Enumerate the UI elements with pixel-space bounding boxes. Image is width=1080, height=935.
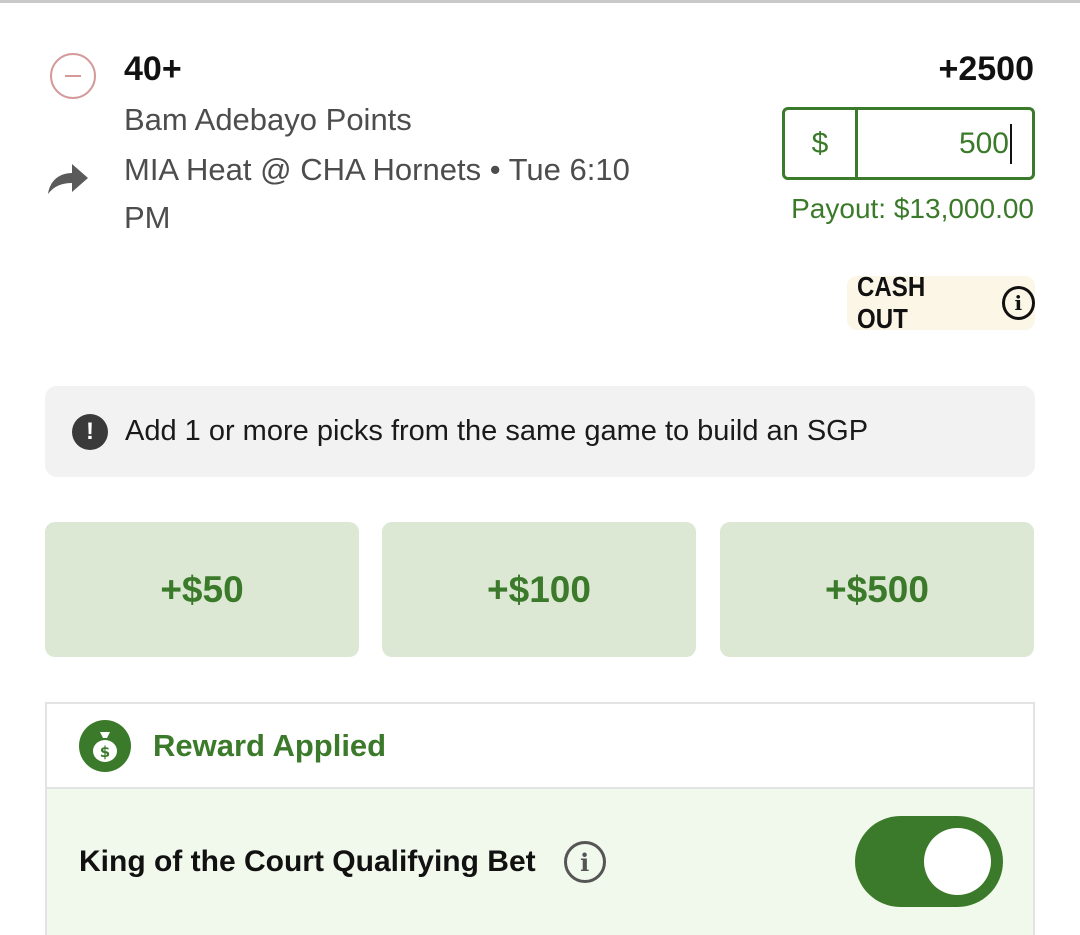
qualifying-bet-toggle[interactable] [855,816,1003,907]
reward-title: Reward Applied [153,727,387,763]
sgp-notice-text: Add 1 or more picks from the same game t… [125,415,869,447]
svg-text:$: $ [100,743,110,761]
qualifying-bet-label: King of the Court Qualifying Bet [79,845,536,878]
sgp-notice: ! Add 1 or more picks from the same game… [45,386,1035,477]
remove-leg-button[interactable] [50,53,96,99]
wager-amount-field[interactable]: 500 [858,110,1032,177]
alert-icon: ! [72,413,108,450]
quick-stake-100-button[interactable]: +$100 [382,522,696,657]
cash-out-label: CASH OUT [856,271,926,334]
reward-header: $ Reward Applied [47,704,1033,789]
leg-market-label: Bam Adebayo Points [124,102,412,137]
quick-stake-500-button[interactable]: +$500 [720,522,1034,657]
minus-icon [65,75,81,77]
top-divider [0,0,1080,3]
payout-label: Payout: $13,000.00 [791,193,1034,224]
toggle-knob [924,828,991,895]
odds-value: +2500 [938,50,1035,88]
quick-stake-50-button[interactable]: +$50 [45,522,359,657]
leg-event-label: MIA Heat @ CHA Hornets • Tue 6:10 PM [124,152,630,235]
reward-panel: $ Reward Applied King of the Court Quali… [45,702,1035,935]
currency-symbol: $ [785,110,858,177]
leg-line-label: 40+ [124,50,182,88]
money-bag-icon: $ [79,719,131,772]
cash-out-badge[interactable]: CASH OUT i [847,271,1035,334]
wager-input[interactable]: $ 500 [782,107,1035,180]
wager-amount-value: 500 [958,126,1009,160]
share-arrow-icon[interactable] [46,160,90,196]
info-icon[interactable]: i [563,841,606,883]
info-icon[interactable]: i [1001,286,1035,320]
reward-qualifying-row: King of the Court Qualifying Bet i [47,789,1033,935]
text-caret [1010,123,1012,164]
